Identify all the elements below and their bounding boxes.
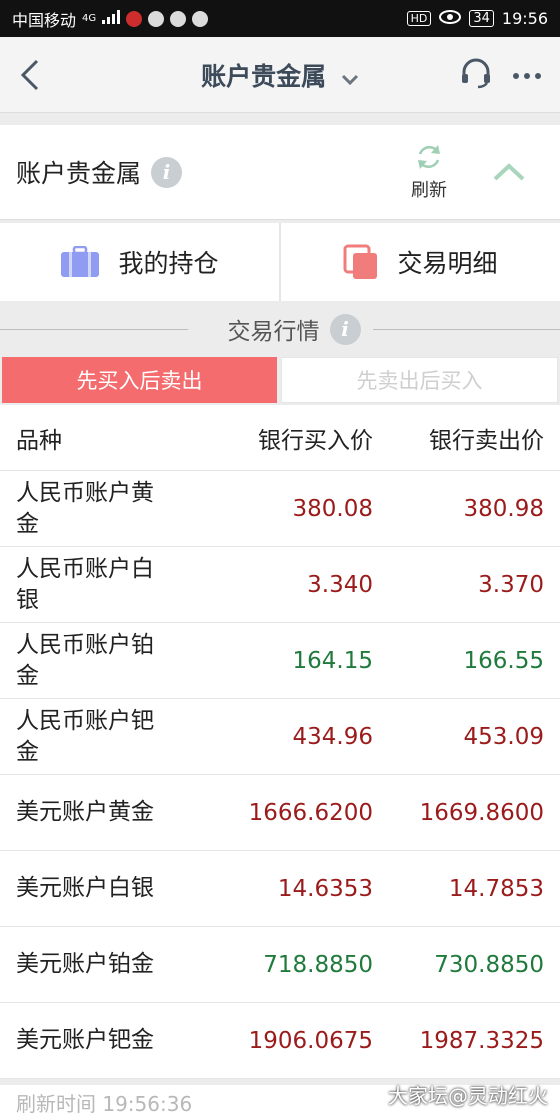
holdings-button[interactable]: 我的持仓 <box>0 223 279 301</box>
chevron-up-icon <box>493 163 525 181</box>
table-header: 品种 银行买入价 银行卖出价 <box>0 405 560 471</box>
table-row[interactable]: 人民币账户钯金 434.96 453.09 <box>0 699 560 775</box>
headset-icon[interactable] <box>460 57 492 93</box>
signal-icon <box>102 9 121 28</box>
price-table: 品种 银行买入价 银行卖出价 人民币账户黄金 380.08 380.98 人民币账户白… <box>0 405 560 1079</box>
product-name: 人民币账户铂金 <box>16 630 216 692</box>
product-name-line: 美元账户黄金 <box>16 799 154 825</box>
product-name-line: 金 <box>16 662 39 689</box>
collapse-button[interactable] <box>474 162 544 182</box>
bank-buy-price: 14.6353 <box>277 875 373 902</box>
eye-icon <box>439 9 462 28</box>
header-name: 品种 <box>16 427 62 454</box>
bank-sell-price: 14.7853 <box>448 875 544 902</box>
product-name-line: 银 <box>16 586 39 613</box>
product-name-line: 人民币账户铂 <box>16 631 154 658</box>
table-row[interactable]: 美元账户铂金 718.8850 730.8850 <box>0 927 560 1003</box>
product-name-line: 人民币账户白 <box>16 555 154 582</box>
bank-sell-price: 3.370 <box>478 571 544 598</box>
product-name-line: 金 <box>16 510 39 537</box>
divider-line <box>372 328 560 330</box>
bank-sell-price: 380.98 <box>463 495 544 522</box>
battery-icon: 34 <box>469 10 494 27</box>
product-name: 美元账户钯金 <box>16 1025 216 1056</box>
section-title: 账户贵金属 <box>16 159 142 188</box>
details-label: 交易明细 <box>397 249 498 278</box>
market-title: 交易行情 <box>227 319 320 345</box>
bank-sell-price: 1669.8600 <box>419 799 544 826</box>
notification-app-icon <box>148 10 165 27</box>
product-name-line: 美元账户白银 <box>16 875 154 901</box>
refresh-button[interactable]: 刷新 <box>394 142 464 202</box>
notification-app-icon <box>170 10 187 27</box>
bank-buy-price: 3.340 <box>307 571 373 598</box>
chevron-left-icon <box>20 59 39 90</box>
bank-buy-price: 718.8850 <box>263 951 373 978</box>
product-name-line: 人民币账户黄 <box>16 479 154 506</box>
bank-buy-price: 1906.0675 <box>248 1027 373 1054</box>
table-row[interactable]: 美元账户黄金 1666.6200 1669.8600 <box>0 775 560 851</box>
holdings-label: 我的持仓 <box>118 249 219 278</box>
refresh-time: 刷新时间 19:56:36 <box>16 1092 193 1116</box>
table-row[interactable]: 人民币账户白银 3.340 3.370 <box>0 547 560 623</box>
section-header: 账户贵金属 i 刷新 <box>0 125 560 220</box>
refresh-icon <box>418 145 440 169</box>
bank-buy-price: 380.08 <box>292 495 373 522</box>
refresh-label: 刷新 <box>411 180 447 201</box>
table-row[interactable]: 美元账户钯金 1906.0675 1987.3325 <box>0 1003 560 1079</box>
notification-app-icon <box>126 10 143 27</box>
product-name-line: 金 <box>16 738 39 765</box>
clock: 19:56 <box>501 9 548 28</box>
divider-line <box>0 328 188 330</box>
bank-buy-price: 434.96 <box>292 723 373 750</box>
bank-buy-price: 164.15 <box>292 647 373 674</box>
product-name-line: 美元账户铂金 <box>16 951 154 977</box>
bank-buy-price: 1666.6200 <box>248 799 373 826</box>
watermark: 大家坛@灵动红火 <box>388 1084 548 1108</box>
message-icon <box>192 10 209 27</box>
hd-icon: HD <box>406 11 432 26</box>
header-bank-buy: 银行买入价 <box>258 427 373 454</box>
info-icon[interactable]: i <box>329 313 361 345</box>
product-name: 人民币账户钯金 <box>16 706 216 768</box>
spacer <box>0 113 560 125</box>
header-bank-sell: 银行卖出价 <box>429 427 544 454</box>
carrier-label: 中国移动 <box>12 10 77 30</box>
product-name: 人民币账户白银 <box>16 554 216 616</box>
bank-sell-price: 166.55 <box>463 647 544 674</box>
bank-sell-price: 1987.3325 <box>419 1027 544 1054</box>
product-name: 人民币账户黄金 <box>16 478 216 540</box>
documents-icon <box>343 244 378 279</box>
table-row[interactable]: 美元账户白银 14.6353 14.7853 <box>0 851 560 927</box>
table-row[interactable]: 人民币账户铂金 164.15 166.55 <box>0 623 560 699</box>
buy-first-tab[interactable]: 先买入后卖出 <box>2 357 277 403</box>
nav-bar: 账户贵金属 <box>0 37 560 113</box>
product-name: 美元账户铂金 <box>16 949 216 980</box>
table-row[interactable]: 人民币账户黄金 380.08 380.98 <box>0 471 560 547</box>
more-icon[interactable] <box>512 65 542 84</box>
trade-direction-toggle: 先买入后卖出 先卖出后买入 <box>0 357 560 403</box>
sell-first-tab[interactable]: 先卖出后买入 <box>281 357 558 403</box>
product-name-line: 美元账户钯金 <box>16 1027 154 1053</box>
product-name: 美元账户白银 <box>16 873 216 904</box>
back-button[interactable] <box>0 37 60 113</box>
info-icon[interactable]: i <box>151 156 183 188</box>
briefcase-icon <box>61 246 100 277</box>
market-divider: 交易行情 i <box>0 301 560 357</box>
status-bar: 中国移动 4G HD 34 19:56 <box>0 0 560 37</box>
bank-sell-price: 453.09 <box>463 723 544 750</box>
function-tabs: 我的持仓 交易明细 <box>0 223 560 301</box>
network-type: 4G <box>82 12 97 24</box>
bank-sell-price: 730.8850 <box>434 951 544 978</box>
chevron-down-icon[interactable] <box>341 63 359 92</box>
transaction-details-button[interactable]: 交易明细 <box>279 223 560 301</box>
product-name: 美元账户黄金 <box>16 797 216 828</box>
product-name-line: 人民币账户钯 <box>16 707 154 734</box>
page-title-text: 账户贵金属 <box>201 61 327 91</box>
